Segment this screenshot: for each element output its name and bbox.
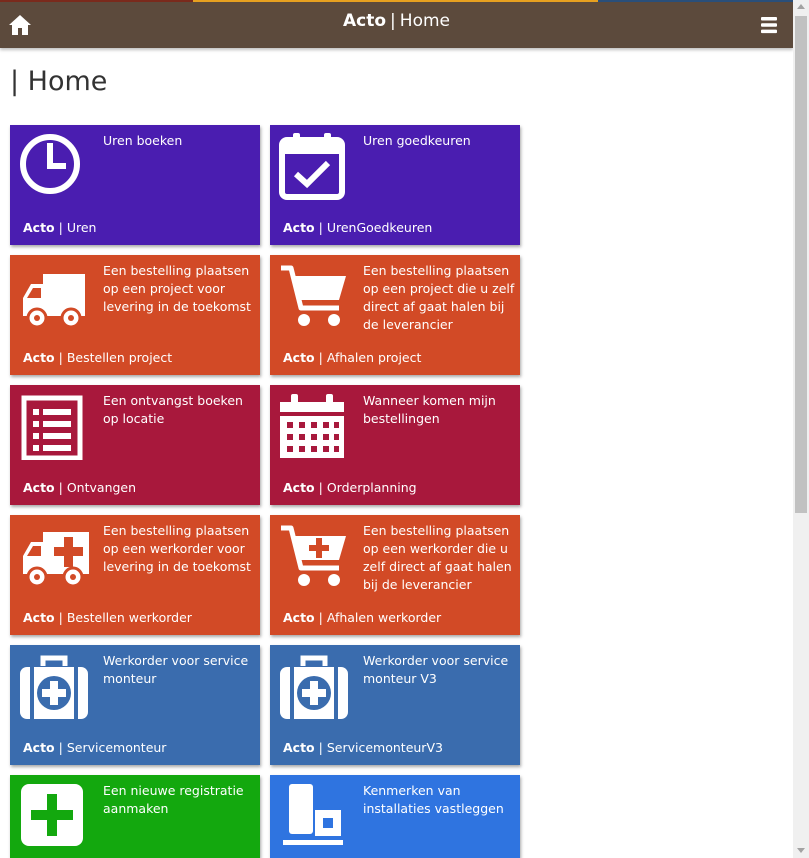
top-navigation-bar: Acto | Home — [0, 0, 793, 48]
tile-footer: Acto | Orderplanning — [283, 480, 417, 496]
scroll-up-arrow-icon[interactable] — [797, 4, 805, 9]
tile-name: UrenGoedkeuren — [326, 220, 433, 235]
cart-icon — [279, 262, 347, 330]
tile-description: Werkorder voor service monteur V3 — [363, 653, 509, 686]
tile-brand: Acto — [283, 610, 315, 625]
tile-separator: | — [58, 480, 63, 495]
tile-description: Een nieuwe registratie aanmaken — [103, 783, 244, 816]
tile-brand: Acto — [23, 610, 55, 625]
accent-segment-3 — [598, 0, 793, 2]
tile-brand: Acto — [283, 220, 315, 235]
tile-separator: | — [58, 350, 63, 365]
tile-footer: Acto | Uren — [23, 220, 96, 236]
installation-icon — [279, 782, 347, 850]
tile-description: Werkorder voor service monteur — [103, 653, 249, 686]
tile-separator: | — [58, 740, 63, 755]
tile-separator: | — [318, 610, 323, 625]
cart-plus-icon — [279, 522, 347, 590]
tile-description: Een bestelling plaatsen op een project d… — [363, 263, 515, 332]
accent-segment-2 — [193, 0, 598, 2]
tile-brand: Acto — [283, 480, 315, 495]
tile-afhalen-project[interactable]: Een bestelling plaatsen op een project d… — [270, 255, 520, 375]
tile-installaties[interactable]: Kenmerken van installaties vastleggen — [270, 775, 520, 858]
tile-description: Wanneer komen mijn bestellingen — [363, 393, 496, 426]
tile-name: Afhalen project — [326, 350, 422, 365]
title-separator: | — [390, 11, 396, 31]
tile-footer: Acto | Bestellen project — [23, 350, 172, 366]
tile-description: Een bestelling plaatsen op een werkorder… — [103, 523, 251, 574]
tile-description: Uren goedkeuren — [363, 133, 471, 148]
tile-description: Kenmerken van installaties vastleggen — [363, 783, 504, 816]
tile-brand: Acto — [283, 350, 315, 365]
tile-description: Een bestelling plaatsen op een werkorder… — [363, 523, 512, 592]
plus-square-icon — [19, 782, 87, 850]
medkit-icon — [19, 652, 88, 720]
tile-name: Bestellen werkorder — [66, 610, 192, 625]
tile-footer: Acto | Ontvangen — [23, 480, 136, 496]
tile-footer: Acto | Afhalen werkorder — [283, 610, 441, 626]
accent-segment-1 — [0, 0, 193, 2]
tile-description: Een ontvangst boeken op locatie — [103, 393, 243, 426]
tile-separator: | — [318, 350, 323, 365]
tile-urengoedkeuren[interactable]: Uren goedkeuren Acto | UrenGoedkeuren — [270, 125, 520, 245]
calendar-check-icon — [279, 132, 347, 200]
tile-name: ServicemonteurV3 — [326, 740, 443, 755]
tile-ontvangen[interactable]: Een ontvangst boeken op locatie Acto | O… — [10, 385, 260, 505]
tile-uren[interactable]: Uren boeken Acto | Uren — [10, 125, 260, 245]
tile-footer: Acto | Bestellen werkorder — [23, 610, 192, 626]
hamburger-menu-icon[interactable] — [760, 16, 778, 34]
scroll-down-arrow-icon[interactable] — [797, 848, 805, 853]
tile-bestellen-werkorder[interactable]: Een bestelling plaatsen op een werkorder… — [10, 515, 260, 635]
tile-name: Bestellen project — [66, 350, 173, 365]
tile-footer: Acto | ServicemonteurV3 — [283, 740, 443, 756]
calendar-icon — [279, 392, 347, 460]
truck-icon — [19, 262, 87, 330]
scroll-thumb[interactable] — [795, 16, 807, 513]
tile-servicemonteur[interactable]: Werkorder voor service monteur Acto | Se… — [10, 645, 260, 765]
tile-separator: | — [58, 220, 63, 235]
tile-brand: Acto — [23, 740, 55, 755]
ambulance-icon — [19, 522, 95, 590]
tile-separator: | — [318, 480, 323, 495]
tile-nieuwe-registratie[interactable]: Een nieuwe registratie aanmaken — [10, 775, 260, 858]
tile-brand: Acto — [283, 740, 315, 755]
accent-line — [0, 0, 793, 2]
tile-brand: Acto — [23, 350, 55, 365]
tile-name: Orderplanning — [326, 480, 417, 495]
tile-name: Uren — [66, 220, 97, 235]
list-document-icon — [19, 392, 87, 461]
tile-separator: | — [318, 220, 323, 235]
tile-orderplanning[interactable]: Wanneer komen mijn bestellingen Acto | O… — [270, 385, 520, 505]
tile-name: Servicemonteur — [66, 740, 167, 755]
tile-bestellen-project[interactable]: Een bestelling plaatsen op een project v… — [10, 255, 260, 375]
tile-brand: Acto — [23, 220, 55, 235]
tile-servicemonteurv3[interactable]: Werkorder voor service monteur V3 Acto |… — [270, 645, 520, 765]
tile-footer: Acto | Afhalen project — [283, 350, 421, 366]
medkit-icon — [279, 652, 348, 720]
app-brand: Acto — [343, 11, 387, 31]
vertical-scrollbar[interactable] — [793, 0, 809, 858]
clock-icon — [19, 132, 87, 200]
app-title: Acto | Home — [0, 11, 793, 31]
tile-description: Een bestelling plaatsen op een project v… — [103, 263, 251, 314]
tile-name: Afhalen werkorder — [326, 610, 442, 625]
page-title: | Home — [10, 66, 108, 97]
tile-separator: | — [318, 740, 323, 755]
tile-footer: Acto | UrenGoedkeuren — [283, 220, 432, 236]
current-page: Home — [399, 11, 450, 31]
tile-footer: Acto | Servicemonteur — [23, 740, 166, 756]
tile-separator: | — [58, 610, 63, 625]
tile-name: Ontvangen — [66, 480, 137, 495]
tile-afhalen-werkorder[interactable]: Een bestelling plaatsen op een werkorder… — [270, 515, 520, 635]
tile-description: Uren boeken — [103, 133, 183, 148]
tile-brand: Acto — [23, 480, 55, 495]
